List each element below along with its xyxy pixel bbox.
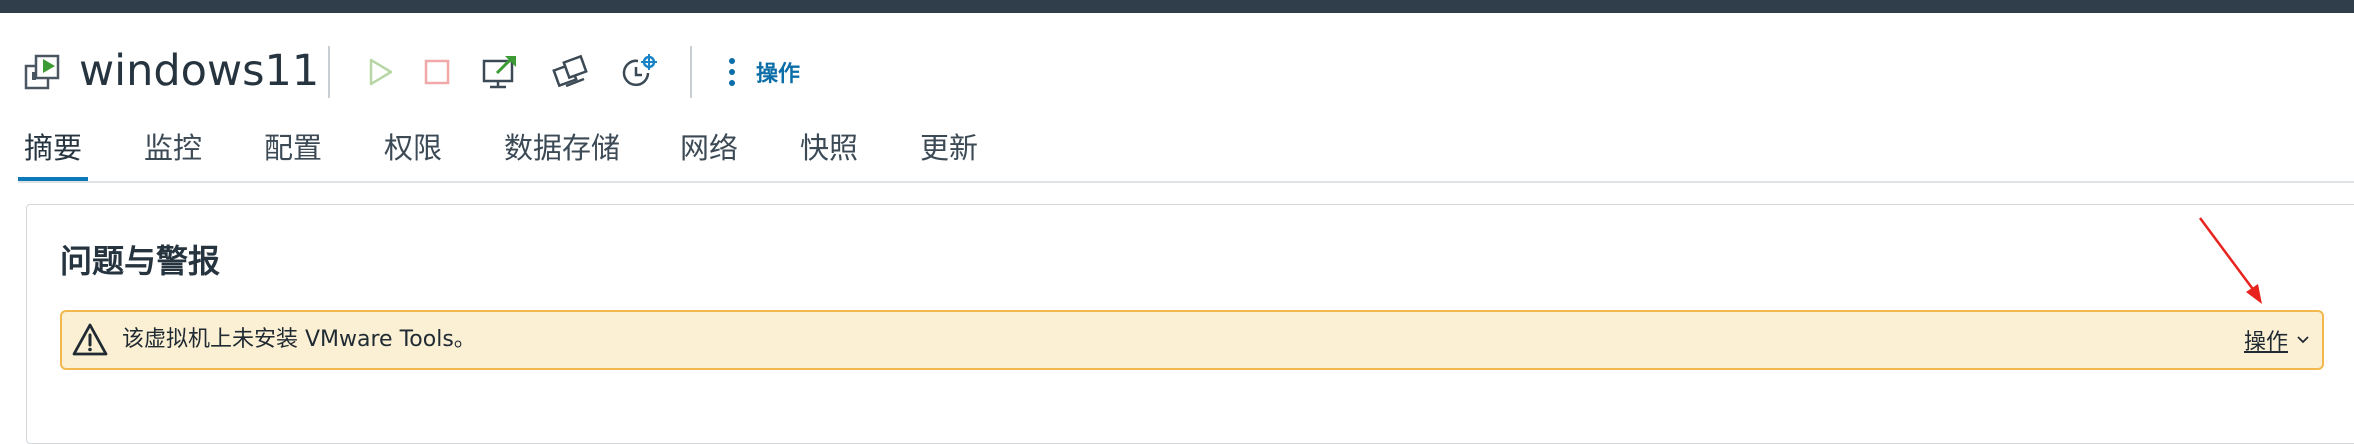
tab-summary[interactable]: 摘要 — [18, 124, 89, 182]
alert-actions-dropdown[interactable]: 操作 — [2244, 324, 2310, 356]
tab-monitor[interactable]: 监控 — [144, 124, 202, 182]
tab-label: 配置 — [264, 131, 323, 165]
chevron-down-icon — [2297, 336, 2309, 344]
tab-networks[interactable]: 网络 — [680, 124, 738, 182]
tab-configure[interactable]: 配置 — [264, 124, 322, 182]
launch-console-icon — [482, 56, 516, 89]
migrate-icon — [552, 54, 588, 88]
actions-menu-button[interactable]: 操作 — [728, 52, 800, 92]
warning-alert: 该虚拟机上未安装 VMware Tools。 操作 — [60, 310, 2324, 370]
actions-label: 操作 — [756, 62, 801, 87]
vm-icon — [24, 52, 64, 92]
alert-actions-label: 操作 — [2243, 330, 2288, 355]
power-on-icon — [369, 58, 393, 86]
snapshot-button[interactable] — [617, 50, 661, 94]
toolbar-divider — [328, 46, 330, 98]
tab-datastores[interactable]: 数据存储 — [504, 124, 620, 182]
alert-message: 该虚拟机上未安装 VMware Tools。 — [122, 327, 476, 352]
tab-permissions[interactable]: 权限 — [384, 124, 442, 182]
tab-bar: 摘要 监控 配置 权限 数据存储 网络 快照 更新 — [18, 124, 2354, 182]
tab-label: 快照 — [800, 131, 859, 165]
launch-console-button[interactable] — [478, 50, 522, 94]
snapshot-icon — [622, 54, 657, 87]
tab-updates[interactable]: 更新 — [920, 124, 978, 182]
power-off-button[interactable] — [415, 50, 459, 94]
tab-label: 摘要 — [24, 131, 83, 165]
toolbar-divider — [690, 46, 692, 98]
migrate-button[interactable] — [549, 50, 593, 94]
power-on-button[interactable] — [358, 50, 402, 94]
more-vertical-icon — [729, 58, 735, 86]
tab-bar-border — [18, 181, 2354, 183]
power-off-icon — [424, 59, 450, 85]
tab-label: 监控 — [144, 131, 203, 165]
tab-label: 网络 — [680, 131, 739, 165]
vm-title: windows11 — [79, 46, 320, 96]
tab-snapshots[interactable]: 快照 — [800, 124, 858, 182]
tab-label: 权限 — [384, 131, 443, 165]
warning-triangle-icon — [72, 323, 108, 356]
top-header-bar — [0, 0, 2354, 13]
tab-label: 更新 — [920, 131, 979, 165]
tab-label: 数据存储 — [504, 131, 621, 165]
card-title: 问题与警报 — [60, 242, 221, 280]
